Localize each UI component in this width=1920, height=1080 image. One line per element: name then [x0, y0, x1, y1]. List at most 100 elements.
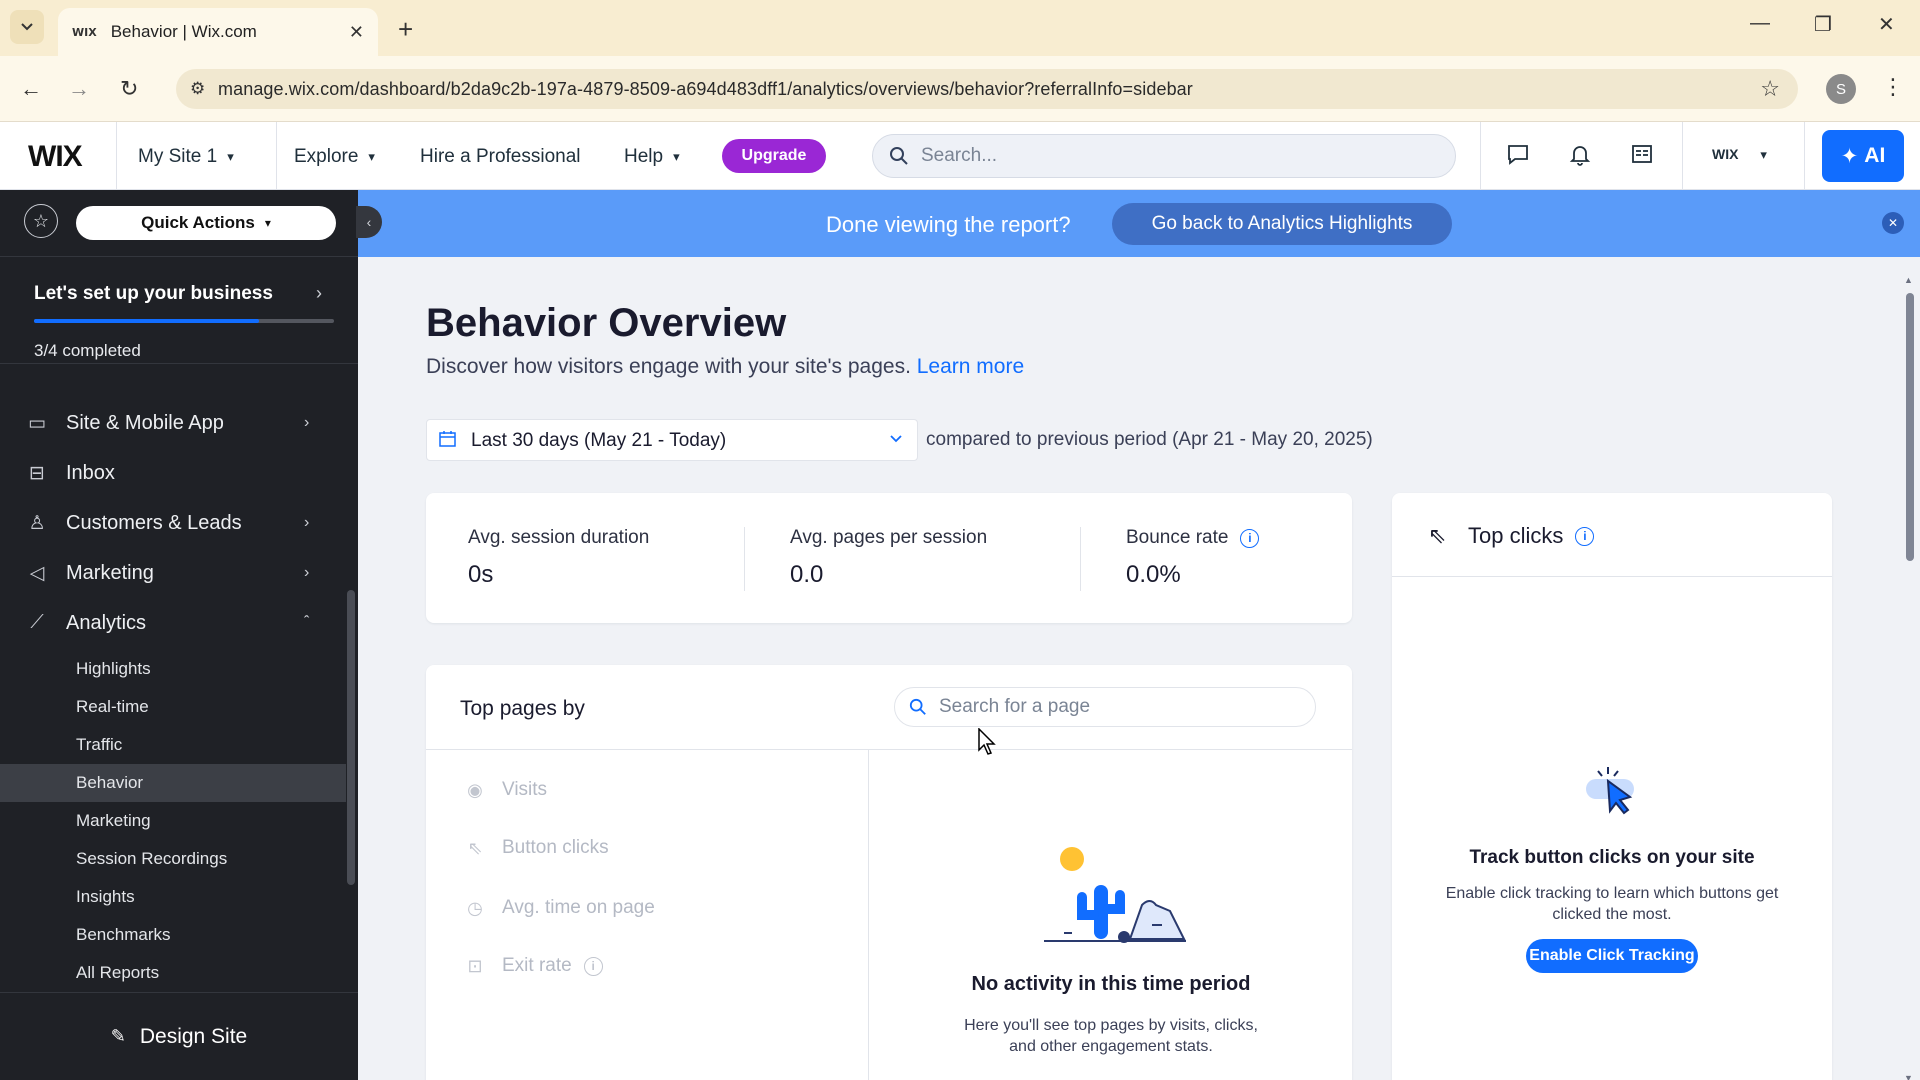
- cursor-click-illustration-icon: [1586, 767, 1634, 815]
- page-search[interactable]: [894, 687, 1316, 727]
- timer-icon: ◷: [467, 897, 483, 918]
- chevron-down-icon: ▾: [368, 149, 375, 164]
- top-clicks-empty-title: Track button clicks on your site: [1469, 847, 1755, 868]
- notifications-bell-icon[interactable]: [1568, 142, 1592, 172]
- sidebar-subitem-all-reports[interactable]: All Reports: [0, 954, 346, 992]
- chevron-right-icon: ›: [304, 564, 310, 581]
- sidebar-item-marketing[interactable]: ◁ Marketing ›: [0, 548, 350, 598]
- design-site-button[interactable]: ✎ Design Site: [0, 992, 358, 1080]
- page-search-input[interactable]: [939, 696, 1299, 718]
- bookmark-star-icon[interactable]: ☆: [1760, 76, 1780, 102]
- browser-menu-icon[interactable]: ⋮: [1882, 74, 1904, 100]
- tab-close-icon[interactable]: ✕: [349, 22, 364, 43]
- page-title: Behavior Overview: [426, 301, 787, 345]
- search-icon: [909, 698, 926, 715]
- favorites-star-icon[interactable]: ☆: [24, 204, 58, 238]
- hire-professional-link[interactable]: Hire a Professional: [420, 146, 581, 168]
- sidebar-item-customers-leads[interactable]: ♙ Customers & Leads ›: [0, 498, 350, 548]
- setup-progress-card[interactable]: Let's set up your business › 3/4 complet…: [0, 256, 358, 364]
- restore-icon[interactable]: ❐: [1814, 12, 1832, 37]
- sidebar-subitem-behavior[interactable]: Behavior: [0, 764, 346, 802]
- divider: [868, 749, 869, 1080]
- search-input[interactable]: [921, 145, 1421, 167]
- address-bar[interactable]: ⚙ manage.wix.com/dashboard/b2da9c2b-197a…: [176, 69, 1798, 109]
- sidebar-item-inbox[interactable]: ⊟ Inbox: [0, 448, 350, 498]
- monitor-icon: ▭: [28, 412, 46, 434]
- profile-avatar[interactable]: S: [1826, 74, 1856, 104]
- site-list-icon[interactable]: [1630, 142, 1654, 172]
- chevron-down-icon: ▾: [1760, 147, 1767, 162]
- chat-icon[interactable]: [1506, 142, 1530, 172]
- sidebar-subitem-insights[interactable]: Insights: [0, 878, 346, 916]
- main-scrollbar[interactable]: ▲ ▼: [1904, 275, 1914, 1080]
- metric-button-clicks[interactable]: ⇖ Button clicks: [462, 837, 609, 859]
- back-arrow-icon[interactable]: ←: [20, 76, 42, 102]
- minimize-icon[interactable]: —: [1750, 12, 1770, 35]
- scroll-up-arrow-icon[interactable]: ▲: [1904, 275, 1913, 285]
- scroll-down-arrow-icon[interactable]: ▼: [1904, 1073, 1913, 1080]
- back-to-highlights-button[interactable]: Go back to Analytics Highlights: [1112, 203, 1452, 245]
- metric-label: Button clicks: [502, 837, 609, 858]
- metric-visits[interactable]: ◉ Visits: [462, 779, 547, 801]
- quick-actions-label: Quick Actions: [141, 213, 255, 232]
- metric-label: Exit rate: [502, 955, 572, 976]
- sparkle-icon: ✦: [1840, 144, 1859, 168]
- metric-avg-time[interactable]: ◷ Avg. time on page: [462, 897, 655, 919]
- tab-search-button[interactable]: [10, 10, 44, 44]
- reload-icon[interactable]: ↻: [120, 76, 138, 102]
- sidebar-item-site-mobile-app[interactable]: ▭ Site & Mobile App ›: [0, 398, 350, 448]
- stat-label-row: Bounce rate i: [1126, 527, 1260, 549]
- site-selector[interactable]: My Site 1 ▾: [138, 146, 234, 168]
- help-menu[interactable]: Help ▾: [624, 146, 680, 168]
- info-icon[interactable]: i: [1240, 528, 1260, 548]
- sidebar-subitem-marketing[interactable]: Marketing: [0, 802, 346, 840]
- stats-card: Avg. session duration 0s Avg. pages per …: [426, 493, 1352, 623]
- date-range-picker[interactable]: Last 30 days (May 21 - Today): [426, 419, 918, 461]
- sidebar-item-label: Customers & Leads: [66, 511, 242, 534]
- empty-state-title: No activity in this time period: [971, 973, 1251, 995]
- wix-logo[interactable]: WIX: [28, 140, 83, 174]
- enable-click-tracking-button[interactable]: Enable Click Tracking: [1526, 939, 1698, 973]
- account-logo: WIX: [1712, 146, 1739, 162]
- sidebar-subitem-highlights[interactable]: Highlights: [0, 650, 346, 688]
- stat-value: 0.0: [790, 561, 824, 588]
- sidebar-scrollbar[interactable]: [347, 590, 355, 885]
- header-divider: [1682, 122, 1683, 190]
- sidebar-subitem-real-time[interactable]: Real-time: [0, 688, 346, 726]
- new-tab-icon[interactable]: +: [398, 14, 413, 45]
- dashboard-search[interactable]: [872, 134, 1456, 178]
- sidebar-subitem-session-recordings[interactable]: Session Recordings: [0, 840, 346, 878]
- explore-menu[interactable]: Explore ▾: [294, 146, 375, 168]
- site-info-icon[interactable]: ⚙: [190, 79, 205, 99]
- tab-title: Behavior | Wix.com: [110, 22, 257, 41]
- info-icon[interactable]: i: [583, 956, 603, 976]
- sidebar-item-analytics[interactable]: ⟋ Analytics ˆ: [0, 598, 350, 648]
- account-menu[interactable]: WIX ▾: [1712, 146, 1767, 163]
- header-divider: [276, 122, 277, 190]
- metric-exit-rate[interactable]: ⊡ Exit rate i: [462, 955, 603, 977]
- quick-actions-button[interactable]: Quick Actions ▾: [76, 206, 336, 240]
- sidebar-subitem-traffic[interactable]: Traffic: [0, 726, 346, 764]
- forward-arrow-icon[interactable]: →: [68, 76, 90, 102]
- learn-more-link[interactable]: Learn more: [917, 355, 1024, 378]
- upgrade-button[interactable]: Upgrade: [722, 139, 826, 173]
- click-icon: ⇖: [1428, 523, 1447, 548]
- stat-label: Avg. session duration: [468, 527, 650, 548]
- sidebar-subitem-benchmarks[interactable]: Benchmarks: [0, 916, 346, 954]
- browser-tab-active[interactable]: WIX Behavior | Wix.com ✕: [58, 8, 378, 56]
- window-close-icon[interactable]: ✕: [1878, 12, 1895, 37]
- browser-tab-strip: WIX Behavior | Wix.com ✕ + — ❐ ✕: [0, 0, 1920, 56]
- url-text: manage.wix.com/dashboard/b2da9c2b-197a-4…: [218, 78, 1193, 99]
- subitem-label: Highlights: [76, 659, 151, 678]
- chevron-down-icon: ▾: [673, 149, 680, 164]
- top-clicks-title-row: Top clicks i: [1468, 523, 1595, 549]
- top-clicks-title: Top clicks: [1468, 523, 1564, 548]
- setup-progress-bar: [34, 319, 334, 323]
- chevron-down-icon: ▾: [264, 216, 271, 230]
- ai-assistant-button[interactable]: ✦ AI: [1822, 130, 1904, 182]
- comparison-period: compared to previous period (Apr 21 - Ma…: [926, 429, 1373, 450]
- scrollbar-thumb[interactable]: [1906, 293, 1914, 561]
- date-range-label: Last 30 days (May 21 - Today): [471, 430, 727, 451]
- close-icon[interactable]: ✕: [1882, 212, 1904, 234]
- info-icon[interactable]: i: [1575, 526, 1595, 546]
